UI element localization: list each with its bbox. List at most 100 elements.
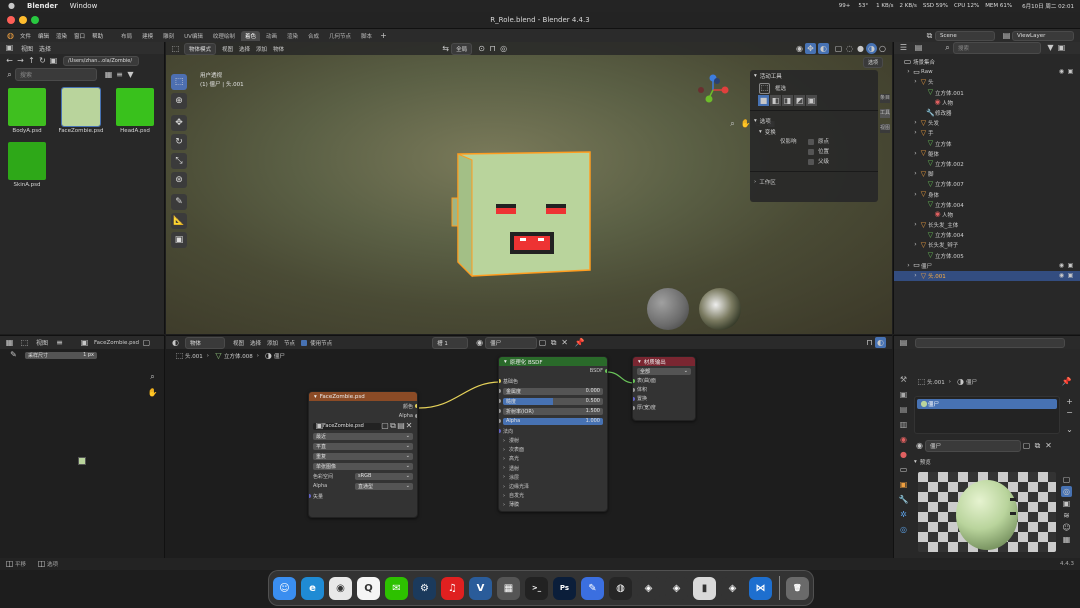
menu-edit[interactable]: 编辑 [38, 32, 49, 40]
apple-icon[interactable]: ● [6, 1, 17, 12]
expand-chevron-icon[interactable]: › [912, 240, 919, 251]
cursor-tool[interactable]: ⊕ [171, 93, 187, 109]
preview-hair-icon[interactable]: ≋ [1061, 510, 1072, 521]
bsdf-value-slider[interactable]: 糙度 0.500 [503, 397, 603, 405]
shading-wire-icon[interactable]: ◌ [844, 43, 855, 54]
workspace-tab-10[interactable]: 脚本 [357, 31, 376, 41]
rotate-tool[interactable]: ↻ [171, 134, 187, 150]
display-mode-icon[interactable]: ▤ [913, 43, 924, 54]
calculator-icon[interactable]: ▦ [497, 576, 520, 600]
zoom-icon[interactable]: ⌕ [147, 371, 158, 382]
preview-sphere-icon[interactable]: ◎ [1061, 486, 1072, 497]
vscode-alt-icon[interactable]: V [469, 576, 492, 600]
expand-chevron-icon[interactable] [919, 87, 926, 98]
menubar-temp[interactable]: 53° [858, 3, 868, 9]
workspace-tab-7[interactable]: 渲染 [283, 31, 302, 41]
colorspace-selector[interactable]: sRGB ⌄ [355, 472, 413, 480]
camera-render-icon[interactable]: ▣ [1067, 67, 1074, 78]
socket-bsdf-out[interactable] [605, 369, 607, 373]
principled-bsdf-node[interactable]: ▾ 原理化 BSDF BSDF 基础色 金属度 0.000 糙度 0.500 折射率(IO… [498, 356, 608, 512]
properties-search[interactable] [915, 337, 1065, 348]
more-menu-icon[interactable]: ≡ [54, 337, 65, 348]
sort-icon[interactable]: ≡ [114, 69, 125, 80]
zoom-view-icon[interactable]: ⌕ [727, 118, 738, 129]
editor-type-icon[interactable]: ⬚ [170, 43, 181, 54]
image-setting-selector[interactable]: 平直 ⌄ [313, 442, 413, 450]
image-texture-node[interactable]: ▾ FaceZombie.psd 颜色 Alpha ▣ FaceZombie.ps… [308, 391, 418, 518]
socket-input[interactable] [499, 409, 501, 413]
scene-collection-row[interactable]: ▭ 场景集合 [894, 57, 1080, 67]
new-collection-icon[interactable]: ▣ [1056, 43, 1067, 54]
collection-tab-icon[interactable]: ▭ [898, 464, 909, 475]
expand-chevron-icon[interactable] [919, 199, 926, 210]
modifier-tab-icon[interactable]: 🔧 [898, 494, 909, 505]
socket-alpha-out[interactable] [415, 414, 417, 418]
image-setting-selector[interactable]: 重复 ⌄ [313, 452, 413, 460]
bsdf-value-slider[interactable]: Alpha 1.000 [503, 417, 603, 425]
tab-tool[interactable]: 工具 [880, 109, 890, 118]
outliner-row[interactable]: › ▽ 长头发_辫子 [894, 240, 1080, 250]
snap-icon[interactable]: ⊓ [487, 43, 498, 54]
navigation-gizmo[interactable] [697, 74, 729, 106]
unity-3-icon[interactable]: ◈ [721, 576, 744, 600]
image-setting-selector[interactable]: 最近 ⌄ [313, 432, 413, 440]
preview-cloth-icon[interactable]: ▦ [1061, 534, 1072, 545]
bsdf-section-row[interactable]: › 高光 [499, 454, 607, 463]
unity-1-icon[interactable]: ◈ [637, 576, 660, 600]
shading-rendered-icon[interactable]: ○ [877, 43, 888, 54]
proportional-edit-icon[interactable]: ◎ [498, 43, 509, 54]
socket-normal-in[interactable] [499, 429, 501, 433]
unity-2-icon[interactable]: ◈ [665, 576, 688, 600]
output-tab-icon[interactable]: ▤ [898, 404, 909, 415]
pen-app-icon[interactable]: ✎ [581, 576, 604, 600]
workspace-tab-5[interactable]: 着色 [240, 30, 260, 41]
back-arrow-icon[interactable]: ← [4, 56, 15, 67]
workspace-header[interactable]: › 工作区 [750, 176, 878, 187]
slot-menu-icon[interactable]: ⌄ [1064, 424, 1075, 435]
fb-menu-view[interactable]: 视图 [21, 44, 33, 53]
path-field[interactable]: /Users/zhan...ola/Zombie/ [63, 56, 139, 66]
menubar-app-name[interactable]: Blender [27, 2, 58, 10]
checkbox-location[interactable] [808, 149, 814, 155]
socket-input[interactable] [499, 419, 501, 423]
scene-selector[interactable]: Scene [935, 30, 995, 41]
socket-color-out[interactable] [415, 404, 417, 408]
duplicate-material-icon[interactable]: ⧉ [1032, 441, 1043, 452]
image-unlink-icon[interactable]: ✕ [405, 421, 413, 432]
chrome-icon[interactable]: ◉ [329, 576, 352, 600]
image-shield-icon[interactable]: ▢ [381, 421, 389, 432]
blender-logo-icon[interactable]: ◍ [5, 30, 16, 41]
image-copy-icon[interactable]: ⧉ [389, 421, 397, 432]
new-folder-icon[interactable]: ▣ [48, 56, 59, 67]
shading-solid-icon[interactable]: ● [855, 43, 866, 54]
tab-item[interactable]: 条目 [880, 94, 890, 103]
output-target-selector[interactable]: 全部 ⌄ [637, 367, 691, 375]
bsdf-node-header[interactable]: ▾ 原理化 BSDF [499, 357, 607, 366]
editor-type-icon[interactable]: ▦ [4, 337, 15, 348]
image-pin-icon[interactable]: ▢ [141, 337, 152, 348]
editor-type-icon[interactable]: ▣ [4, 43, 15, 54]
menubar-window[interactable]: Window [70, 2, 98, 10]
eye-icon[interactable]: ◉ [1058, 271, 1065, 282]
menu-render[interactable]: 渲染 [56, 32, 67, 40]
material-browse-icon[interactable]: ◉ [914, 441, 925, 452]
socket-input[interactable] [499, 389, 501, 393]
image-node-header[interactable]: ▾ FaceZombie.psd [309, 392, 417, 401]
render-tab-icon[interactable]: ▣ [898, 389, 909, 400]
file-item[interactable]: SkinA.psd [5, 142, 49, 188]
expand-chevron-icon[interactable]: › [912, 169, 919, 180]
unlink-material-icon[interactable]: ✕ [1043, 441, 1054, 452]
mode-selector[interactable]: 物体模式 [184, 42, 217, 55]
outliner-row[interactable]: › ▽ 头.001 ◉ ▣ [894, 270, 1080, 282]
tab-view[interactable]: 视图 [880, 124, 890, 133]
eyedropper-icon[interactable]: ✎ [8, 350, 19, 361]
remove-slot-icon[interactable]: − [1064, 407, 1075, 418]
material-output-node[interactable]: ▾ 材质输出 全部 ⌄ 表(曲)面 体积 置换 厚(宽)度 [632, 356, 696, 421]
image-datablock-field[interactable]: ▣ FaceZombie.psd [313, 422, 381, 430]
scene-tab-icon[interactable]: ◉ [898, 434, 909, 445]
select-box-tool-icon[interactable]: ⬚ [759, 82, 770, 94]
image-setting-selector[interactable]: 单张图像 ⌄ [313, 462, 413, 470]
file-item[interactable]: HeadA.psd [113, 88, 157, 134]
gizmo-icon[interactable]: ✥ [805, 43, 816, 54]
sample-size-field[interactable]: 采样尺寸 1 px [25, 351, 97, 359]
